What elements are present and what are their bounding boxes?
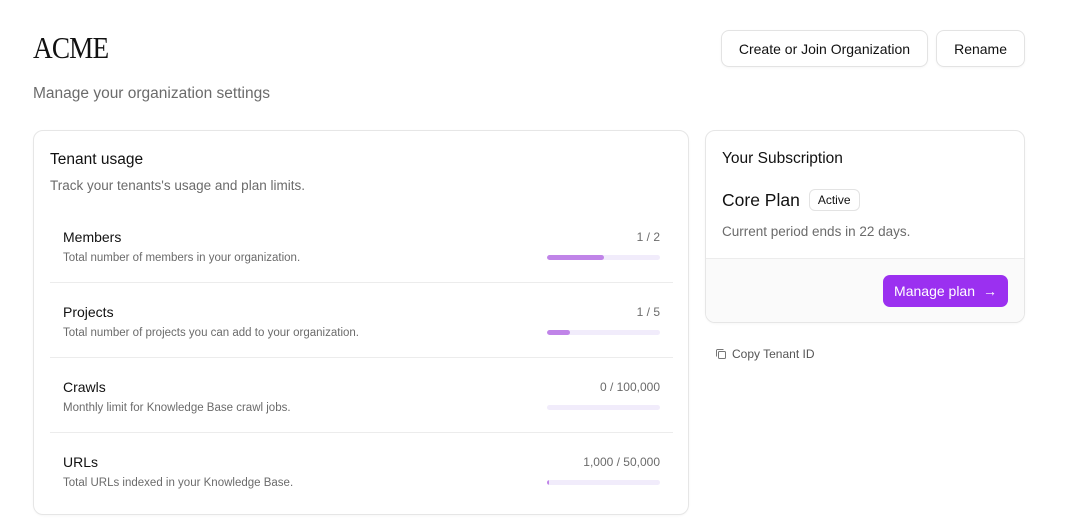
usage-item-name: URLs [63,454,99,470]
subscription-card: Your Subscription Core Plan Active Curre… [705,130,1025,323]
usage-item-count: 1 / 5 [636,305,660,319]
usage-item-count: 0 / 100,000 [599,380,660,394]
usage-row-crawls: Crawls Monthly limit for Knowledge Base … [50,358,673,433]
usage-progress-bar [547,255,660,260]
usage-progress-fill [547,255,604,260]
plan-row: Core Plan Active [722,189,860,211]
usage-list: Members Total number of members in your … [50,208,673,508]
usage-item-name: Projects [63,304,114,320]
usage-progress-bar [547,330,660,335]
usage-item-description: Monthly limit for Knowledge Base crawl j… [63,402,291,414]
header-actions: Create or Join Organization Rename [720,30,1025,67]
usage-title: Tenant usage [50,151,144,168]
usage-item-count: 1 / 2 [636,230,660,244]
copy-icon [715,348,727,360]
arrow-right-icon: → [983,283,997,299]
create-join-organization-button[interactable]: Create or Join Organization [720,30,929,67]
usage-row-members: Members Total number of members in your … [50,208,673,283]
usage-progress-fill [547,330,570,335]
manage-plan-label: Manage plan [894,283,975,299]
usage-item-name: Members [63,229,122,245]
period-text: Current period ends in 22 days. [722,224,911,239]
usage-progress-fill [547,480,550,485]
status-badge: Active [808,189,860,211]
usage-progress-bar [547,480,660,485]
copy-tenant-id-label: Copy Tenant ID [732,347,815,361]
usage-item-description: Total URLs indexed in your Knowledge Bas… [63,477,294,489]
usage-description: Track your tenants's usage and plan limi… [50,178,305,193]
usage-row-projects: Projects Total number of projects you ca… [50,283,673,358]
manage-plan-button[interactable]: Manage plan → [883,275,1008,307]
tenant-usage-card: Tenant usage Track your tenants's usage … [33,130,689,515]
rename-button[interactable]: Rename [936,30,1025,67]
subscription-footer: Manage plan → [706,258,1024,322]
usage-item-description: Total number of projects you can add to … [63,327,359,339]
plan-name: Core Plan [722,189,800,210]
usage-item-description: Total number of members in your organiza… [63,252,301,264]
page-subtitle: Manage your organization settings [33,85,270,102]
org-name: ACME [33,30,109,65]
usage-progress-bar [547,405,660,410]
usage-row-urls: URLs Total URLs indexed in your Knowledg… [50,433,673,508]
usage-item-name: Crawls [63,379,106,395]
usage-item-count: 1,000 / 50,000 [583,455,660,469]
copy-tenant-id-button[interactable]: Copy Tenant ID [715,347,815,361]
subscription-title: Your Subscription [722,150,843,167]
